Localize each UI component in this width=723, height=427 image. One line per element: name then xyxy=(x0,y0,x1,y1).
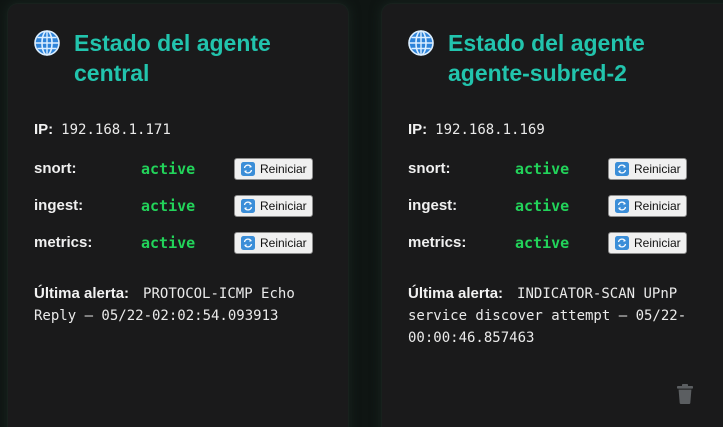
restart-ingest-button[interactable]: Reiniciar xyxy=(608,194,687,217)
restart-button-label: Reiniciar xyxy=(634,235,681,250)
service-status: active xyxy=(515,196,570,215)
restart-button-label: Reiniciar xyxy=(260,161,307,176)
service-row-snort: snort: active Reiniciar xyxy=(34,150,348,187)
service-row-metrics: metrics: active Reiniciar xyxy=(34,224,348,261)
refresh-icon xyxy=(615,161,629,176)
agent-name: central xyxy=(74,60,150,86)
service-name: snort: xyxy=(34,160,77,177)
service-name: snort: xyxy=(408,160,451,177)
refresh-icon xyxy=(615,198,629,213)
services-list: snort: active Reiniciar ingest: active R… xyxy=(34,150,348,261)
restart-snort-button[interactable]: Reiniciar xyxy=(608,157,687,180)
restart-metrics-button[interactable]: Reiniciar xyxy=(608,231,687,254)
agents-dashboard: Estado del agente central IP: 192.168.1.… xyxy=(0,0,723,427)
ip-value: 192.168.1.171 xyxy=(61,122,171,138)
service-status: active xyxy=(141,159,196,178)
trash-icon[interactable] xyxy=(677,384,693,404)
refresh-icon xyxy=(241,198,255,213)
agent-card-title: Estado del agente central xyxy=(34,28,324,88)
service-status: active xyxy=(515,233,570,252)
service-name: ingest: xyxy=(408,197,458,214)
title-prefix: Estado del agente xyxy=(74,30,271,56)
refresh-icon xyxy=(615,235,629,250)
service-row-metrics: metrics: active Reiniciar xyxy=(408,224,723,261)
restart-button-label: Reiniciar xyxy=(260,198,307,213)
refresh-icon xyxy=(241,161,255,176)
restart-button-label: Reiniciar xyxy=(634,198,681,213)
last-alert: Última alerta: INDICATOR-SCAN UPnP servic… xyxy=(408,283,708,349)
restart-snort-button[interactable]: Reiniciar xyxy=(234,157,313,180)
ip-label: IP: xyxy=(34,121,54,138)
globe-icon xyxy=(408,30,434,56)
restart-metrics-button[interactable]: Reiniciar xyxy=(234,231,313,254)
service-name: metrics: xyxy=(34,234,93,251)
last-alert-label: Última alerta: xyxy=(34,285,130,302)
service-row-ingest: ingest: active Reiniciar xyxy=(408,187,723,224)
agent-name: agente-subred-2 xyxy=(448,60,627,86)
service-name: metrics: xyxy=(408,234,467,251)
globe-icon xyxy=(34,30,60,56)
title-prefix: Estado del agente xyxy=(448,30,645,56)
service-status: active xyxy=(141,196,196,215)
restart-button-label: Reiniciar xyxy=(260,235,307,250)
ip-label: IP: xyxy=(408,121,428,138)
agent-card-central: Estado del agente central IP: 192.168.1.… xyxy=(8,4,348,427)
agent-card-title: Estado del agente agente-subred-2 xyxy=(408,28,698,88)
services-list: snort: active Reiniciar ingest: active R… xyxy=(408,150,723,261)
last-alert: Última alerta: PROTOCOL-ICMP Echo Reply —… xyxy=(34,283,334,327)
service-status: active xyxy=(515,159,570,178)
ip-line: IP: 192.168.1.171 xyxy=(34,120,348,140)
ip-line: IP: 192.168.1.169 xyxy=(408,120,723,140)
restart-button-label: Reiniciar xyxy=(634,161,681,176)
service-name: ingest: xyxy=(34,197,84,214)
agent-card-subred-2: Estado del agente agente-subred-2 IP: 19… xyxy=(382,4,723,427)
refresh-icon xyxy=(241,235,255,250)
ip-value: 192.168.1.169 xyxy=(435,122,545,138)
last-alert-label: Última alerta: xyxy=(408,285,504,302)
service-row-snort: snort: active Reiniciar xyxy=(408,150,723,187)
restart-ingest-button[interactable]: Reiniciar xyxy=(234,194,313,217)
service-row-ingest: ingest: active Reiniciar xyxy=(34,187,348,224)
service-status: active xyxy=(141,233,196,252)
